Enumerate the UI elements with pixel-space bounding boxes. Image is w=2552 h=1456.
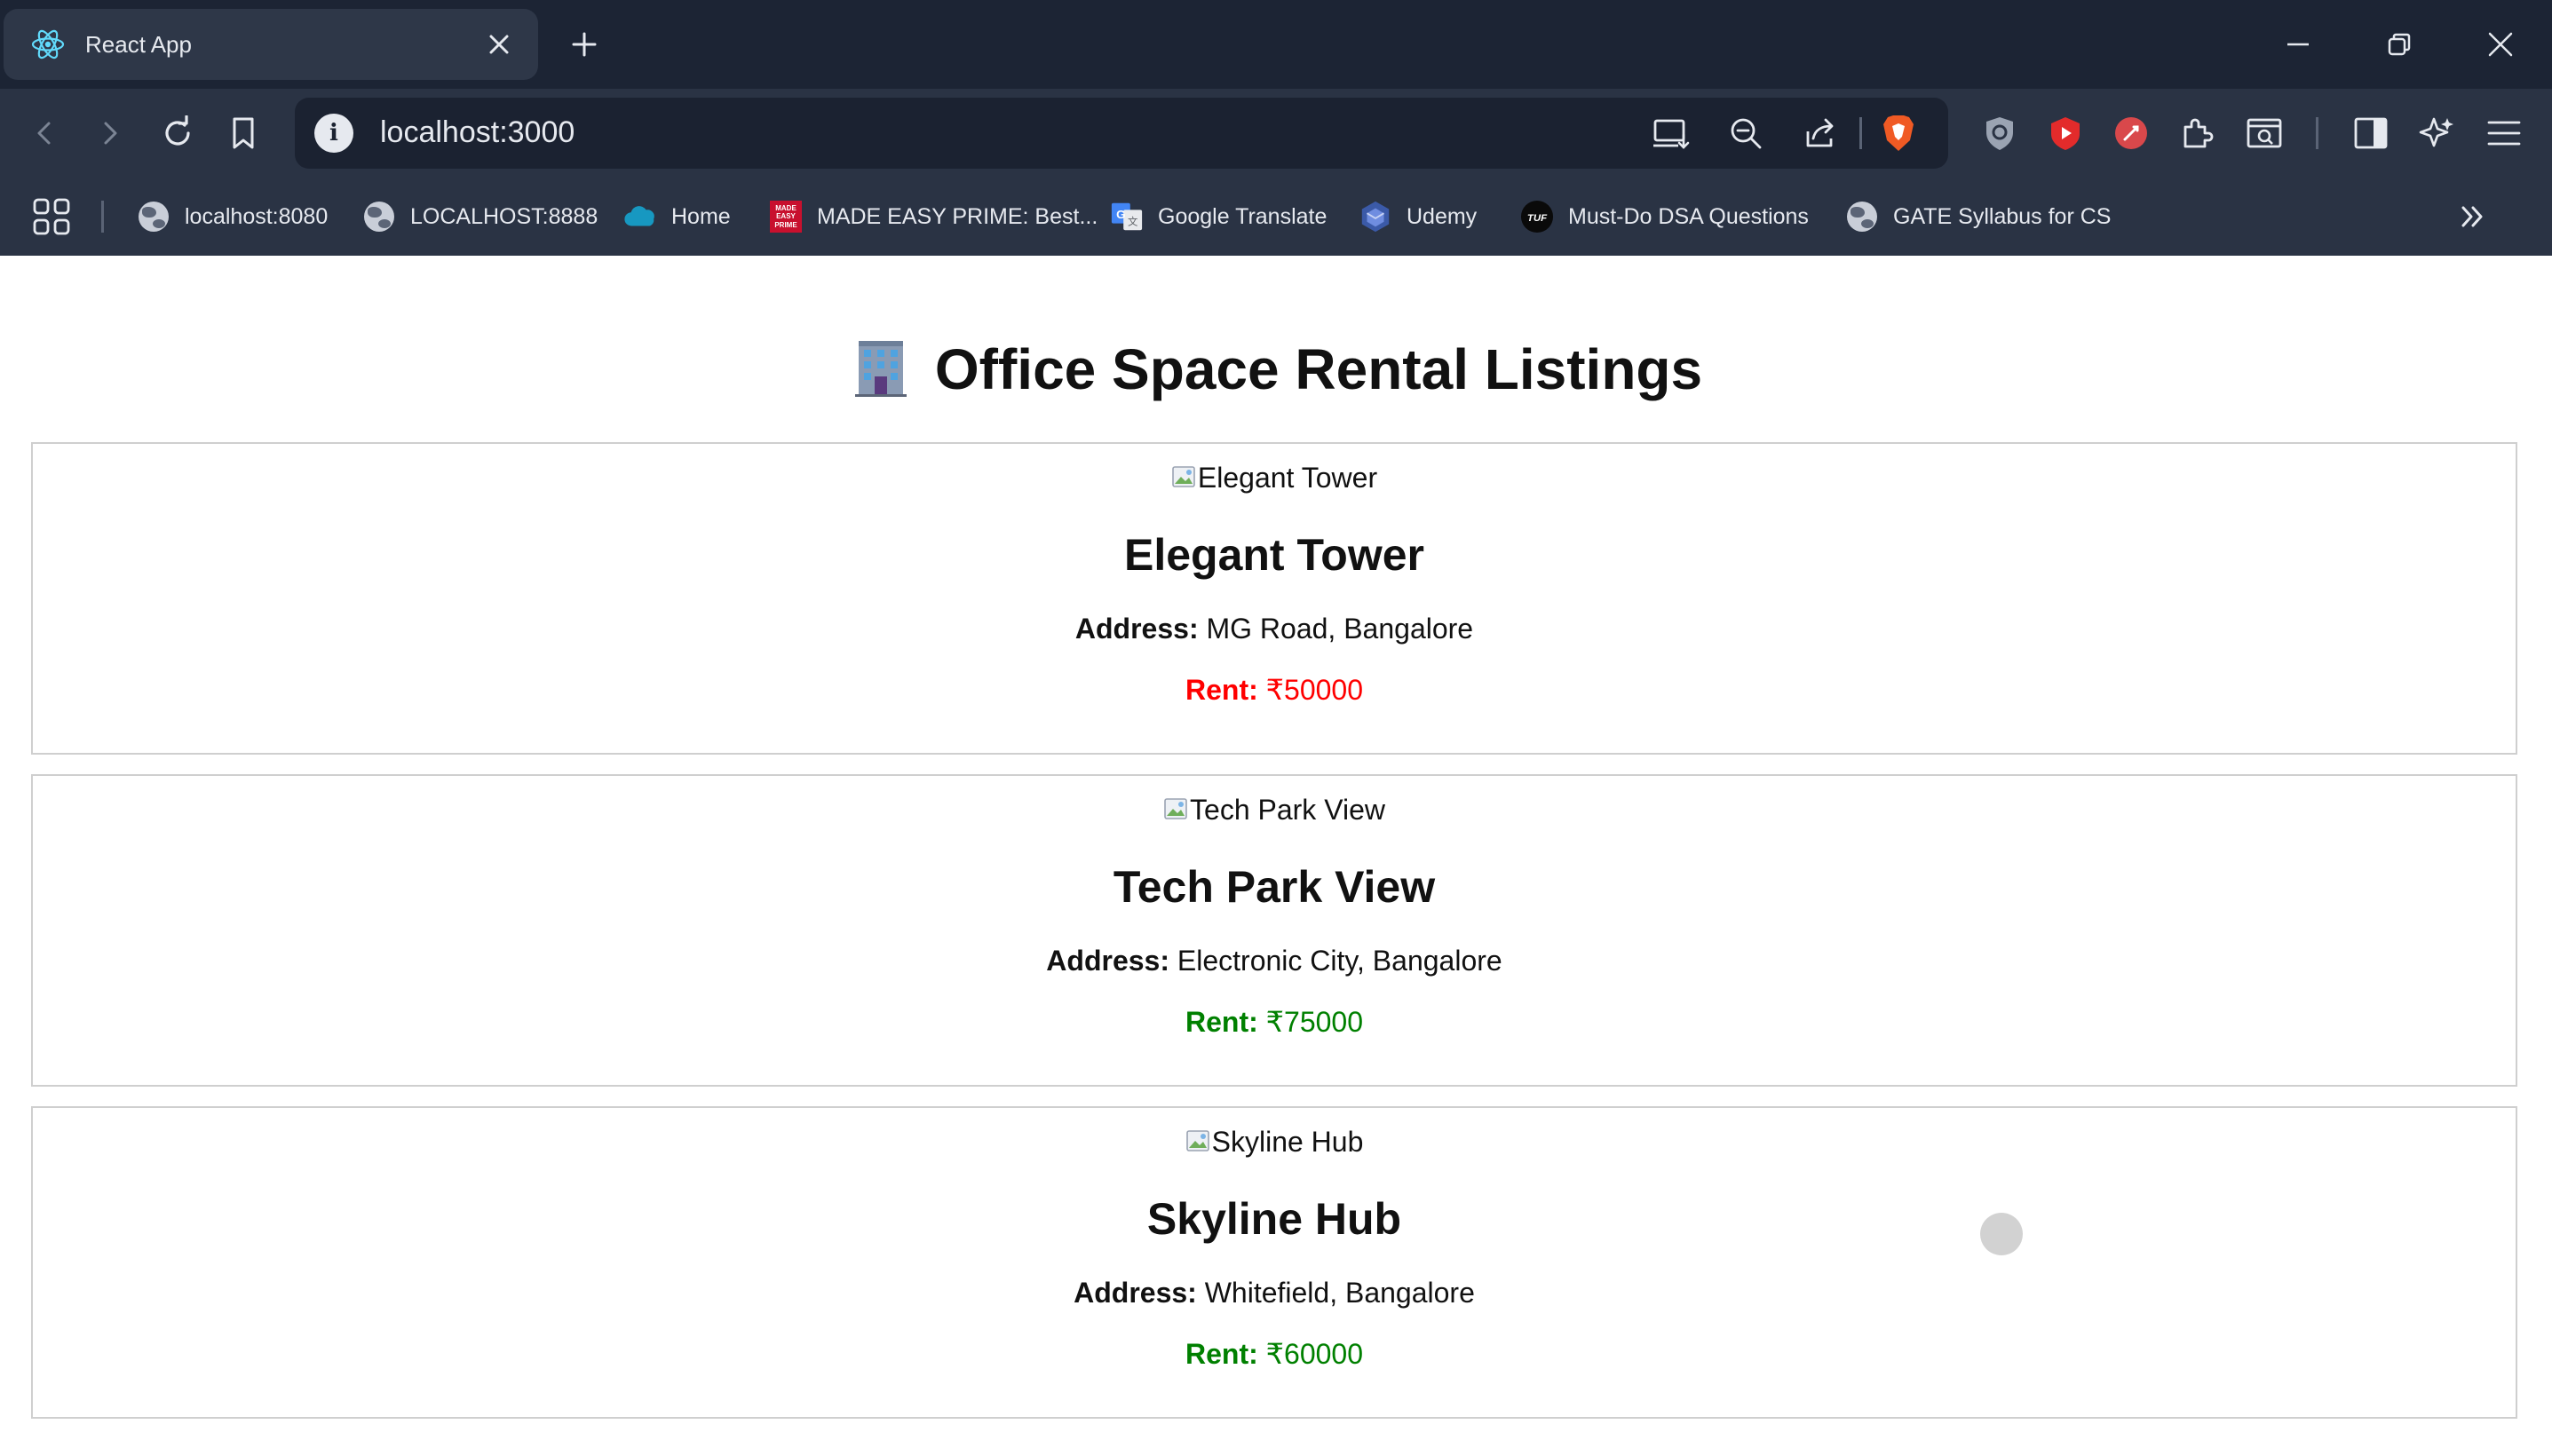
page-title: Office Space Rental Listings <box>0 336 2552 411</box>
bookmark-google-translate[interactable]: G文 Google Translate <box>1110 195 1327 238</box>
address-url[interactable]: localhost:3000 <box>380 115 575 150</box>
google-translate-icon: G文 <box>1110 200 1144 233</box>
rent-label: Rent: <box>1185 674 1258 706</box>
minimize-icon[interactable] <box>2277 23 2319 66</box>
bookmark-udemy[interactable]: Udemy <box>1359 195 1477 238</box>
rent-value: ₹50000 <box>1265 674 1363 706</box>
listing-rent: Rent: ₹60000 <box>33 1337 2516 1371</box>
listing-card-skyline-hub: Skyline Hub Skyline Hub Address: Whitefi… <box>31 1106 2517 1419</box>
tuf-icon: TUF <box>1520 200 1554 233</box>
address-value: MG Road, Bangalore <box>1206 613 1474 645</box>
react-icon <box>28 25 67 64</box>
page-title-text: Office Space Rental Listings <box>934 337 1703 401</box>
rent-value: ₹60000 <box>1265 1338 1363 1370</box>
privacy-badger-icon[interactable] <box>1978 112 2021 154</box>
zoom-out-icon[interactable] <box>1724 114 1767 153</box>
address-label: Address: <box>1074 1277 1197 1309</box>
made-easy-icon: MADE EASY PRIME <box>769 200 803 233</box>
bookmark-made-easy-prime[interactable]: MADE EASY PRIME MADE EASY PRIME: Best... <box>769 195 1098 238</box>
svg-text:TUF: TUF <box>1527 213 1548 224</box>
globe-icon <box>137 200 170 233</box>
bookmark-home[interactable]: Home <box>623 195 731 238</box>
tab-react-app[interactable]: React App <box>4 9 538 80</box>
share-icon[interactable] <box>1799 114 1842 153</box>
svg-text:PRIME: PRIME <box>774 221 797 229</box>
broken-image-icon <box>1171 464 1198 491</box>
pdf-extension-icon[interactable] <box>2110 112 2152 154</box>
listing-name: Tech Park View <box>1113 862 1436 912</box>
tab-title: React App <box>85 30 192 58</box>
svg-text:EASY: EASY <box>776 212 796 220</box>
salesforce-cloud-icon <box>623 200 657 233</box>
bookmarks-bar: localhost:8080 LOCALHOST:8888 Home MADE E… <box>0 178 2552 256</box>
bookmarks-separator <box>101 201 104 233</box>
more-bookmarks-icon[interactable] <box>2456 195 2488 238</box>
listing-address: Address: Electronic City, Bangalore <box>33 945 2516 977</box>
address-bar[interactable]: i localhost:3000 <box>295 98 1948 169</box>
bookmark-localhost-8080[interactable]: localhost:8080 <box>137 195 328 238</box>
page-content: Office Space Rental Listings Elegant Tow… <box>0 256 2552 1456</box>
site-info-icon[interactable]: i <box>314 114 353 153</box>
broken-image-icon <box>1163 796 1190 823</box>
leo-ai-icon[interactable] <box>2415 112 2458 154</box>
browser-toolbar: i localhost:3000 <box>0 89 2552 178</box>
listing-image: Skyline Hub <box>33 1126 2516 1159</box>
listing-name: Skyline Hub <box>1146 1194 1402 1244</box>
rent-value: ₹75000 <box>1265 1006 1363 1038</box>
youtube-extension-icon[interactable] <box>2044 112 2087 154</box>
address-value: Whitefield, Bangalore <box>1204 1277 1475 1309</box>
tab-strip: React App <box>0 0 2552 89</box>
globe-icon <box>1845 200 1879 233</box>
install-app-icon[interactable] <box>1650 114 1692 153</box>
listing-address: Address: MG Road, Bangalore <box>33 613 2516 645</box>
reload-icon[interactable] <box>156 112 199 154</box>
apps-icon[interactable] <box>32 195 71 238</box>
brave-shields-icon[interactable] <box>1877 114 1920 153</box>
listing-card-elegant-tower: Elegant Tower Elegant Tower Address: MG … <box>31 442 2517 755</box>
svg-text:G: G <box>1116 208 1125 221</box>
bookmark-must-do-dsa[interactable]: TUF Must-Do DSA Questions <box>1520 195 1809 238</box>
broken-image-icon <box>1185 1128 1212 1155</box>
address-label: Address: <box>1046 945 1169 977</box>
extensions-icon[interactable] <box>2176 112 2218 154</box>
udemy-icon <box>1359 200 1392 233</box>
address-value: Electronic City, Bangalore <box>1177 945 1502 977</box>
new-tab-icon[interactable] <box>565 25 604 64</box>
listing-rent: Rent: ₹75000 <box>33 1005 2516 1039</box>
back-icon[interactable] <box>23 112 66 154</box>
listing-rent: Rent: ₹50000 <box>33 673 2516 707</box>
listing-name: Elegant Tower <box>1123 530 1424 580</box>
rent-label: Rent: <box>1185 1338 1258 1370</box>
listing-image: Tech Park View <box>33 794 2516 827</box>
bookmark-icon[interactable] <box>222 112 265 154</box>
close-window-icon[interactable] <box>2479 23 2522 66</box>
svg-text:文: 文 <box>1128 216 1138 228</box>
office-building-icon <box>850 336 912 411</box>
svg-text:MADE: MADE <box>775 204 797 212</box>
rent-label: Rent: <box>1185 1006 1258 1038</box>
sidebar-toggle-icon[interactable] <box>2350 112 2392 154</box>
globe-icon <box>362 200 396 233</box>
listing-image: Elegant Tower <box>33 462 2516 495</box>
menu-icon[interactable] <box>2483 112 2525 154</box>
forward-icon[interactable] <box>89 112 131 154</box>
mouse-cursor-indicator <box>1980 1213 2023 1255</box>
restore-icon[interactable] <box>2378 23 2421 66</box>
bookmark-localhost-8888[interactable]: LOCALHOST:8888 <box>362 195 598 238</box>
address-label: Address: <box>1074 613 1199 645</box>
bookmark-gate-syllabus[interactable]: GATE Syllabus for CS <box>1845 195 2111 238</box>
toolbar-separator-2 <box>2316 117 2318 149</box>
toolbar-separator <box>1859 117 1862 149</box>
close-tab-icon[interactable] <box>479 25 519 64</box>
listing-card-tech-park-view: Tech Park View Tech Park View Address: E… <box>31 774 2517 1087</box>
listing-address: Address: Whitefield, Bangalore <box>33 1277 2516 1310</box>
reading-mode-icon[interactable] <box>2243 112 2286 154</box>
